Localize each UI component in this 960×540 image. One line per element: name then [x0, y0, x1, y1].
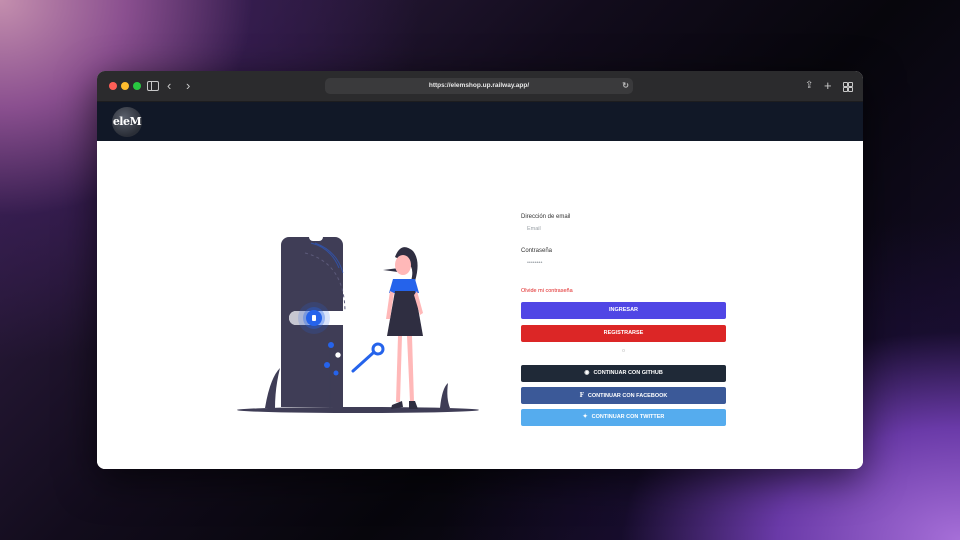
twitter-login-button[interactable]: ✦ CONTINUAR CON TWITTER	[521, 409, 726, 426]
facebook-button-label: CONTINUAR CON FACEBOOK	[587, 393, 668, 399]
facebook-login-button[interactable]: f CONTINUAR CON FACEBOOK	[521, 387, 726, 404]
key-shaft	[351, 351, 375, 373]
password-label: Contraseña	[521, 248, 553, 254]
minimize-window-button[interactable]	[121, 82, 129, 90]
zoom-window-button[interactable]	[133, 82, 141, 90]
address-bar[interactable]: https://elemshop.up.railway.app/ ↻	[325, 78, 633, 94]
key-head-icon	[371, 342, 385, 356]
reload-icon[interactable]: ↻	[622, 78, 629, 94]
flower-dot-1	[328, 342, 334, 348]
password-input[interactable]: ••••••••	[527, 260, 726, 268]
facebook-icon: f	[579, 392, 584, 399]
url-text: https://elemshop.up.railway.app/	[428, 82, 530, 89]
flower-dot-3	[324, 362, 330, 368]
chevron-right-icon[interactable]: ›	[186, 77, 190, 95]
head	[395, 255, 411, 275]
grass-left	[265, 368, 280, 408]
chevron-left-icon[interactable]: ‹	[167, 77, 171, 95]
github-icon: ◉	[584, 370, 590, 376]
left-leg	[396, 336, 402, 402]
site-navbar: eleM	[97, 102, 863, 141]
twitter-icon: ✦	[582, 414, 588, 420]
forgot-password-link[interactable]: Olvide mi contraseña	[521, 288, 726, 294]
browser-titlebar: ‹ › https://elemshop.up.railway.app/ ↻ ⇪…	[97, 71, 863, 102]
page-content: Dirección de email Email Contraseña ••••…	[97, 141, 863, 469]
email-input[interactable]: Email	[527, 226, 726, 234]
twitter-button-label: CONTINUAR CON TWITTER	[591, 414, 665, 420]
github-login-button[interactable]: ◉ CONTINUAR CON GITHUB	[521, 365, 726, 382]
browser-window: ‹ › https://elemshop.up.railway.app/ ↻ ⇪…	[97, 71, 863, 469]
or-separator: o	[622, 348, 625, 354]
right-leg	[407, 336, 414, 402]
share-icon[interactable]: ⇪	[805, 77, 813, 95]
padlock-icon	[312, 315, 316, 321]
flower-dot-4	[333, 370, 339, 376]
tab-overview-icon[interactable]	[843, 82, 853, 92]
github-button-label: CONTINUAR CON GITHUB	[593, 370, 663, 376]
flower-dot-2	[334, 351, 342, 359]
site-logo[interactable]: eleM	[112, 107, 142, 137]
login-form: Dirección de email Email Contraseña ••••…	[521, 214, 726, 426]
register-button[interactable]: REGISTRARSE	[521, 325, 726, 342]
login-illustration	[237, 237, 479, 413]
close-window-button[interactable]	[109, 82, 117, 90]
shirt	[389, 279, 419, 293]
right-shoe	[409, 401, 418, 409]
email-label: Dirección de email	[521, 214, 571, 220]
grass-right	[440, 383, 450, 408]
sidebar-toggle-icon[interactable]	[147, 81, 159, 91]
login-button[interactable]: INGRESAR	[521, 302, 726, 319]
plus-icon[interactable]: +	[824, 77, 832, 95]
